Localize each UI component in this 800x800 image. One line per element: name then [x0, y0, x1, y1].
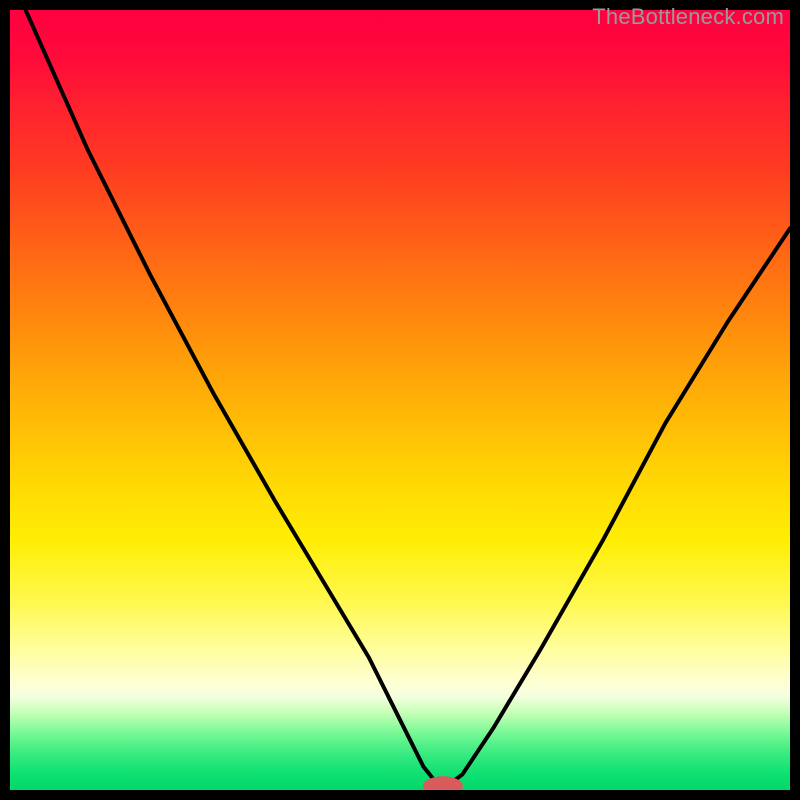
chart-stage: TheBottleneck.com	[0, 0, 800, 800]
curve-layer	[10, 10, 790, 790]
plot-area	[10, 10, 790, 790]
watermark-text: TheBottleneck.com	[592, 4, 784, 30]
bottleneck-curve	[26, 10, 790, 786]
